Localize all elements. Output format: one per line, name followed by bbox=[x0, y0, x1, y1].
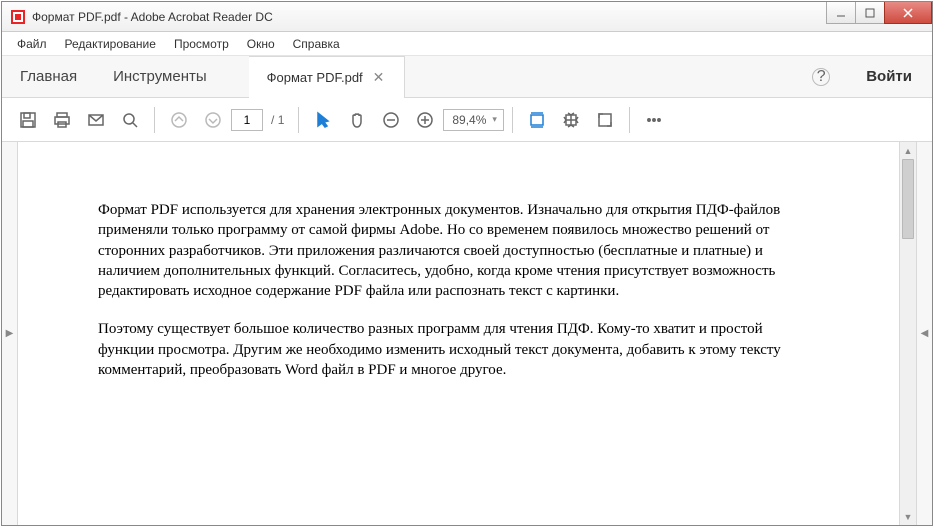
menu-window[interactable]: Окно bbox=[238, 34, 284, 54]
zoom-select[interactable]: 89,4% ▾ bbox=[443, 109, 504, 131]
fit-width-icon[interactable] bbox=[521, 104, 553, 136]
close-tab-icon[interactable]: ✕ bbox=[371, 69, 387, 86]
acrobat-icon bbox=[10, 9, 26, 25]
chevron-right-icon: ▶ bbox=[6, 328, 14, 339]
menu-edit[interactable]: Редактирование bbox=[56, 34, 165, 54]
close-button[interactable] bbox=[884, 2, 932, 24]
tabbar: Главная Инструменты Формат PDF.pdf ✕ ? В… bbox=[2, 56, 932, 98]
toolbar: / 1 89,4% ▾ bbox=[2, 98, 932, 142]
menubar: Файл Редактирование Просмотр Окно Справк… bbox=[2, 32, 932, 56]
document-tab[interactable]: Формат PDF.pdf ✕ bbox=[249, 56, 406, 98]
fullscreen-icon[interactable] bbox=[589, 104, 621, 136]
page-down-icon[interactable] bbox=[197, 104, 229, 136]
page-up-icon[interactable] bbox=[163, 104, 195, 136]
window-controls bbox=[827, 2, 932, 31]
workspace: ▶ Формат PDF используется для хранения э… bbox=[2, 142, 932, 525]
zoom-in-icon[interactable] bbox=[409, 104, 441, 136]
toolbar-separator bbox=[512, 107, 513, 133]
zoom-value: 89,4% bbox=[452, 113, 486, 127]
app-window: Формат PDF.pdf - Adobe Acrobat Reader DC… bbox=[1, 1, 933, 526]
fit-page-icon[interactable] bbox=[555, 104, 587, 136]
toolbar-separator bbox=[154, 107, 155, 133]
paragraph-2: Поэтому существует большое количество ра… bbox=[98, 319, 819, 380]
chevron-left-icon: ◀ bbox=[921, 328, 929, 339]
email-icon[interactable] bbox=[80, 104, 112, 136]
chevron-down-icon: ▾ bbox=[492, 114, 497, 125]
print-icon[interactable] bbox=[46, 104, 78, 136]
more-tools-icon[interactable] bbox=[638, 104, 670, 136]
menu-help[interactable]: Справка bbox=[284, 34, 349, 54]
scroll-down-icon[interactable]: ▼ bbox=[900, 508, 916, 525]
titlebar: Формат PDF.pdf - Adobe Acrobat Reader DC bbox=[2, 2, 932, 32]
tab-tools[interactable]: Инструменты bbox=[95, 56, 225, 97]
toolbar-separator bbox=[629, 107, 630, 133]
hand-tool-icon[interactable] bbox=[341, 104, 373, 136]
save-icon[interactable] bbox=[12, 104, 44, 136]
sidebar-toggle-right[interactable]: ◀ bbox=[916, 142, 932, 525]
toolbar-separator bbox=[298, 107, 299, 133]
selection-tool-icon[interactable] bbox=[307, 104, 339, 136]
page-count: / 1 bbox=[271, 113, 284, 127]
sidebar-toggle-left[interactable]: ▶ bbox=[2, 142, 18, 525]
zoom-out-icon[interactable] bbox=[375, 104, 407, 136]
document-page: Формат PDF используется для хранения эле… bbox=[18, 142, 899, 525]
tab-home[interactable]: Главная bbox=[2, 56, 95, 97]
maximize-button[interactable] bbox=[855, 2, 885, 24]
window-title: Формат PDF.pdf - Adobe Acrobat Reader DC bbox=[32, 10, 827, 24]
search-icon[interactable] bbox=[114, 104, 146, 136]
page-number-input[interactable] bbox=[231, 109, 263, 131]
menu-view[interactable]: Просмотр bbox=[165, 34, 238, 54]
vertical-scrollbar[interactable]: ▲ ▼ bbox=[899, 142, 916, 525]
page-view[interactable]: Формат PDF используется для хранения эле… bbox=[18, 142, 899, 525]
login-button[interactable]: Войти bbox=[846, 56, 932, 97]
scrollbar-thumb[interactable] bbox=[902, 159, 914, 239]
scroll-up-icon[interactable]: ▲ bbox=[900, 142, 916, 159]
document-tab-label: Формат PDF.pdf bbox=[267, 70, 363, 85]
paragraph-1: Формат PDF используется для хранения эле… bbox=[98, 200, 819, 301]
menu-file[interactable]: Файл bbox=[8, 34, 56, 54]
help-button[interactable]: ? bbox=[812, 68, 830, 86]
minimize-button[interactable] bbox=[826, 2, 856, 24]
